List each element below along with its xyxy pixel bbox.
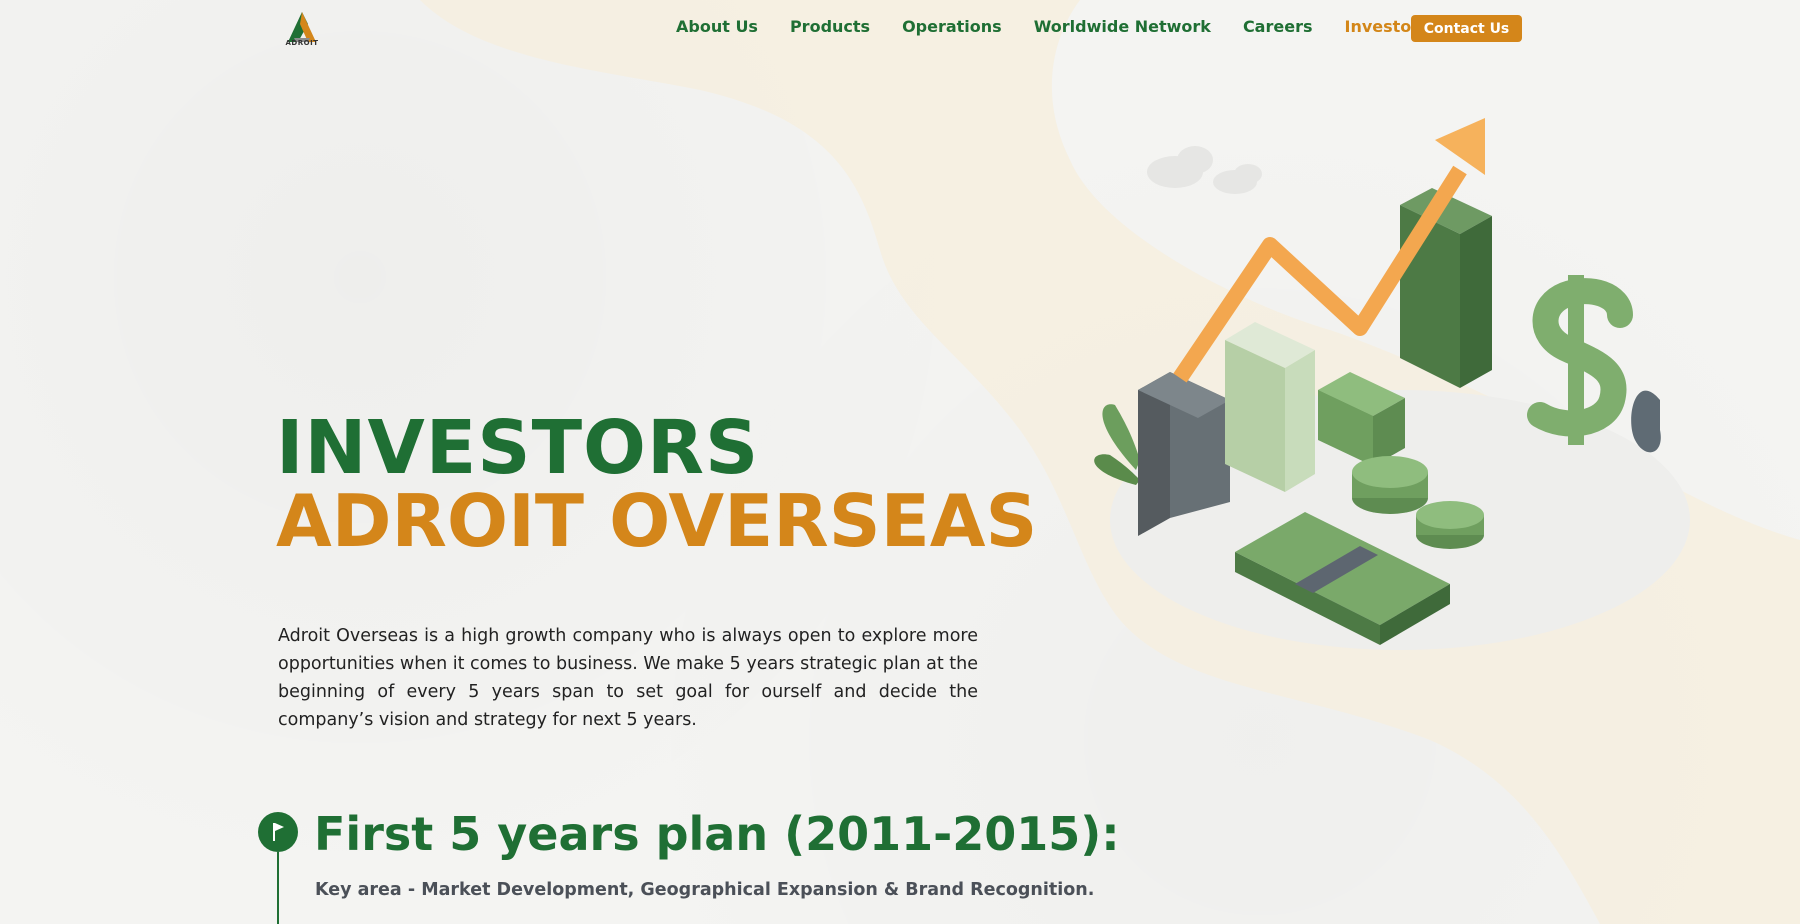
chart-bar-2: [1225, 322, 1315, 492]
nav-worldwide-network[interactable]: Worldwide Network: [1034, 17, 1211, 36]
logo-text: ADROIT: [285, 39, 319, 47]
plan-subtitle: Key area - Market Development, Geographi…: [315, 880, 1095, 900]
leaf-icon: [1631, 390, 1661, 453]
nav-products[interactable]: Products: [790, 17, 870, 36]
dollar-sign-icon: [1527, 275, 1633, 445]
timeline-line: [277, 852, 279, 924]
chart-bar-4: [1400, 188, 1492, 388]
nav-about-us[interactable]: About Us: [676, 17, 758, 36]
hero-title-adroit-overseas: ADROIT OVERSEAS: [276, 479, 1038, 563]
nav-operations[interactable]: Operations: [902, 17, 1002, 36]
contact-us-button[interactable]: Contact Us: [1411, 15, 1522, 42]
nav-careers[interactable]: Careers: [1243, 17, 1313, 36]
hero-title-investors: INVESTORS: [276, 405, 760, 491]
main-nav: About Us Products Operations Worldwide N…: [676, 17, 1461, 36]
growth-chart-illustration: [1094, 118, 1690, 650]
plan-title: First 5 years plan (2011-2015):: [314, 807, 1120, 861]
flag-icon: [273, 823, 284, 841]
timeline-marker: [258, 812, 298, 852]
cloud-icon: [1147, 146, 1262, 194]
hero-description: Adroit Overseas is a high growth company…: [278, 626, 978, 730]
